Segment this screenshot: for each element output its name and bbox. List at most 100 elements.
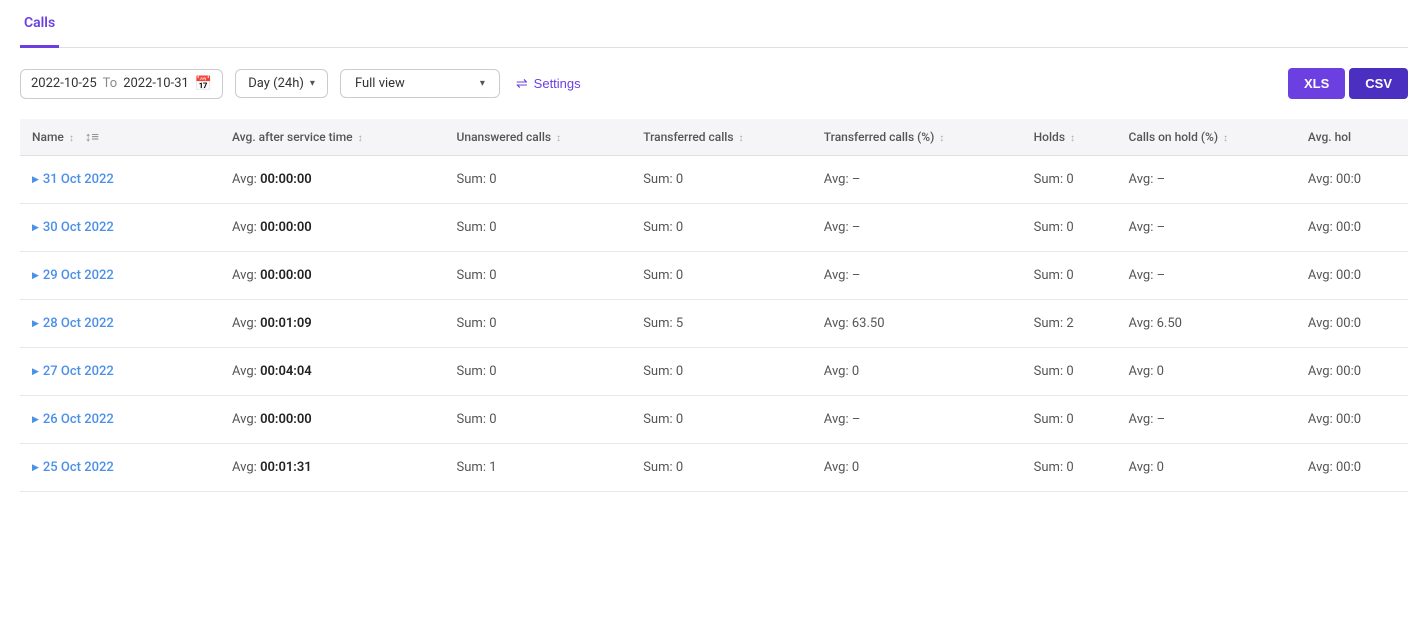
unanswered-value: 1	[489, 460, 496, 475]
avg-after-service-value: Avg:	[232, 316, 260, 331]
table-row: ▶ 26 Oct 2022Avg: 00:00:00Sum: 0Sum: 0Av…	[20, 396, 1408, 444]
hold-pct-label: Avg:	[1129, 460, 1157, 475]
transferred-value: 5	[676, 316, 683, 331]
day-dropdown[interactable]: Day (24h) ▾	[235, 69, 328, 98]
sort-icon-transferred[interactable]: ↕	[739, 133, 744, 144]
hold-pct-label: Avg:	[1129, 172, 1157, 187]
col-header-holds: Holds ↕	[1022, 119, 1117, 156]
expand-icon: ▶	[32, 223, 39, 233]
holds-label: Sum:	[1034, 316, 1067, 331]
avg-after-service-value: Avg:	[232, 412, 260, 427]
col-name-label: Name	[32, 130, 64, 144]
full-view-dropdown[interactable]: Full view ▾	[340, 69, 500, 98]
avg-after-service-value: Avg:	[232, 364, 260, 379]
row-expand-5[interactable]: ▶ 26 Oct 2022	[32, 412, 208, 427]
avg-hold-label: Avg:	[1308, 460, 1336, 475]
transferred-value: 0	[676, 268, 683, 283]
hold-pct-label: Avg:	[1129, 316, 1157, 331]
transferred-label: Sum:	[643, 460, 676, 475]
transferred-value: 0	[676, 172, 683, 187]
expand-icon: ▶	[32, 271, 39, 281]
settings-button[interactable]: ⇌ Settings	[512, 69, 585, 98]
transferred-pct-label: Avg:	[824, 316, 852, 331]
calls-table: Name ↕ ↕≡ Avg. after service time ↕ Unan…	[20, 119, 1408, 492]
sort-icon-holds[interactable]: ↕	[1070, 133, 1075, 144]
transferred-value: 0	[676, 460, 683, 475]
transferred-label: Sum:	[643, 316, 676, 331]
holds-label: Sum:	[1034, 412, 1067, 427]
table-row: ▶ 25 Oct 2022Avg: 00:01:31Sum: 1Sum: 0Av…	[20, 444, 1408, 492]
table-row: ▶ 27 Oct 2022Avg: 00:04:04Sum: 0Sum: 0Av…	[20, 348, 1408, 396]
row-expand-1[interactable]: ▶ 30 Oct 2022	[32, 220, 208, 235]
col-header-transferred: Transferred calls ↕	[631, 119, 812, 156]
expand-icon: ▶	[32, 319, 39, 329]
table-row: ▶ 29 Oct 2022Avg: 00:00:00Sum: 0Sum: 0Av…	[20, 252, 1408, 300]
hold-pct-label: Avg:	[1129, 220, 1157, 235]
row-expand-3[interactable]: ▶ 28 Oct 2022	[32, 316, 208, 331]
row-expand-4[interactable]: ▶ 27 Oct 2022	[32, 364, 208, 379]
expand-icon: ▶	[32, 367, 39, 377]
unanswered-label: Sum:	[457, 268, 490, 283]
hold-pct-label: Avg:	[1129, 364, 1157, 379]
transferred-value: 0	[676, 412, 683, 427]
sort-controls-icon[interactable]: ↕≡	[85, 130, 99, 145]
tab-calls[interactable]: Calls	[20, 1, 59, 48]
transferred-pct-value: –	[852, 412, 861, 427]
holds-label: Sum:	[1034, 364, 1067, 379]
col-holds-label: Holds	[1034, 130, 1065, 144]
csv-button[interactable]: CSV	[1349, 68, 1408, 99]
holds-label: Sum:	[1034, 220, 1067, 235]
col-header-name: Name ↕ ↕≡	[20, 119, 220, 156]
col-header-avg-hold: Avg. hol	[1296, 119, 1408, 156]
hold-pct-value: 6.50	[1157, 316, 1182, 331]
sort-icon-name[interactable]: ↕	[69, 133, 74, 144]
date-from: 2022-10-25	[31, 76, 97, 91]
avg-hold-value: 00:0	[1336, 172, 1361, 187]
avg-after-service-value: Avg:	[232, 268, 260, 283]
transferred-label: Sum:	[643, 364, 676, 379]
avg-hold-label: Avg:	[1308, 364, 1336, 379]
toolbar: 2022-10-25 To 2022-10-31 📅 Day (24h) ▾ F…	[20, 68, 1408, 99]
unanswered-value: 0	[489, 220, 496, 235]
row-expand-0[interactable]: ▶ 31 Oct 2022	[32, 172, 208, 187]
avg-hold-label: Avg:	[1308, 220, 1336, 235]
avg-hold-value: 00:0	[1336, 268, 1361, 283]
transferred-label: Sum:	[643, 220, 676, 235]
col-header-avg-after-service: Avg. after service time ↕	[220, 119, 445, 156]
transferred-pct-label: Avg:	[824, 220, 852, 235]
sort-icon-unanswered[interactable]: ↕	[556, 133, 561, 144]
col-transferred-pct-label: Transferred calls (%)	[824, 130, 935, 144]
avg-hold-label: Avg:	[1308, 412, 1336, 427]
transferred-label: Sum:	[643, 412, 676, 427]
hold-pct-value: –	[1157, 172, 1166, 187]
date-range-picker[interactable]: 2022-10-25 To 2022-10-31 📅	[20, 69, 223, 99]
xls-button[interactable]: XLS	[1288, 68, 1345, 99]
hold-pct-value: –	[1157, 220, 1166, 235]
table-header: Name ↕ ↕≡ Avg. after service time ↕ Unan…	[20, 119, 1408, 156]
table-row: ▶ 31 Oct 2022Avg: 00:00:00Sum: 0Sum: 0Av…	[20, 156, 1408, 204]
sort-icon-avg[interactable]: ↕	[358, 133, 363, 144]
avg-hold-label: Avg:	[1308, 316, 1336, 331]
sort-icon-transferred-pct[interactable]: ↕	[939, 133, 944, 144]
avg-hold-value: 00:0	[1336, 220, 1361, 235]
avg-hold-value: 00:0	[1336, 460, 1361, 475]
unanswered-label: Sum:	[457, 364, 490, 379]
hold-pct-value: –	[1157, 268, 1166, 283]
col-unanswered-label: Unanswered calls	[457, 130, 552, 144]
transferred-pct-value: –	[852, 268, 861, 283]
holds-value: 0	[1066, 412, 1073, 427]
avg-after-service-bold: 00:04:04	[260, 364, 312, 379]
row-expand-2[interactable]: ▶ 29 Oct 2022	[32, 268, 208, 283]
col-avg-hold-label: Avg. hol	[1308, 130, 1351, 144]
table-row: ▶ 28 Oct 2022Avg: 00:01:09Sum: 0Sum: 5Av…	[20, 300, 1408, 348]
col-header-unanswered: Unanswered calls ↕	[445, 119, 632, 156]
col-header-calls-on-hold-pct: Calls on hold (%) ↕	[1117, 119, 1296, 156]
row-expand-6[interactable]: ▶ 25 Oct 2022	[32, 460, 208, 475]
holds-value: 2	[1066, 316, 1073, 331]
data-table-wrapper: Name ↕ ↕≡ Avg. after service time ↕ Unan…	[20, 119, 1408, 492]
col-transferred-label: Transferred calls	[643, 130, 733, 144]
hold-pct-label: Avg:	[1129, 268, 1157, 283]
col-avg-label: Avg. after service time	[232, 130, 353, 144]
sort-icon-hold-pct[interactable]: ↕	[1223, 133, 1228, 144]
avg-after-service-bold: 00:00:00	[260, 268, 312, 283]
